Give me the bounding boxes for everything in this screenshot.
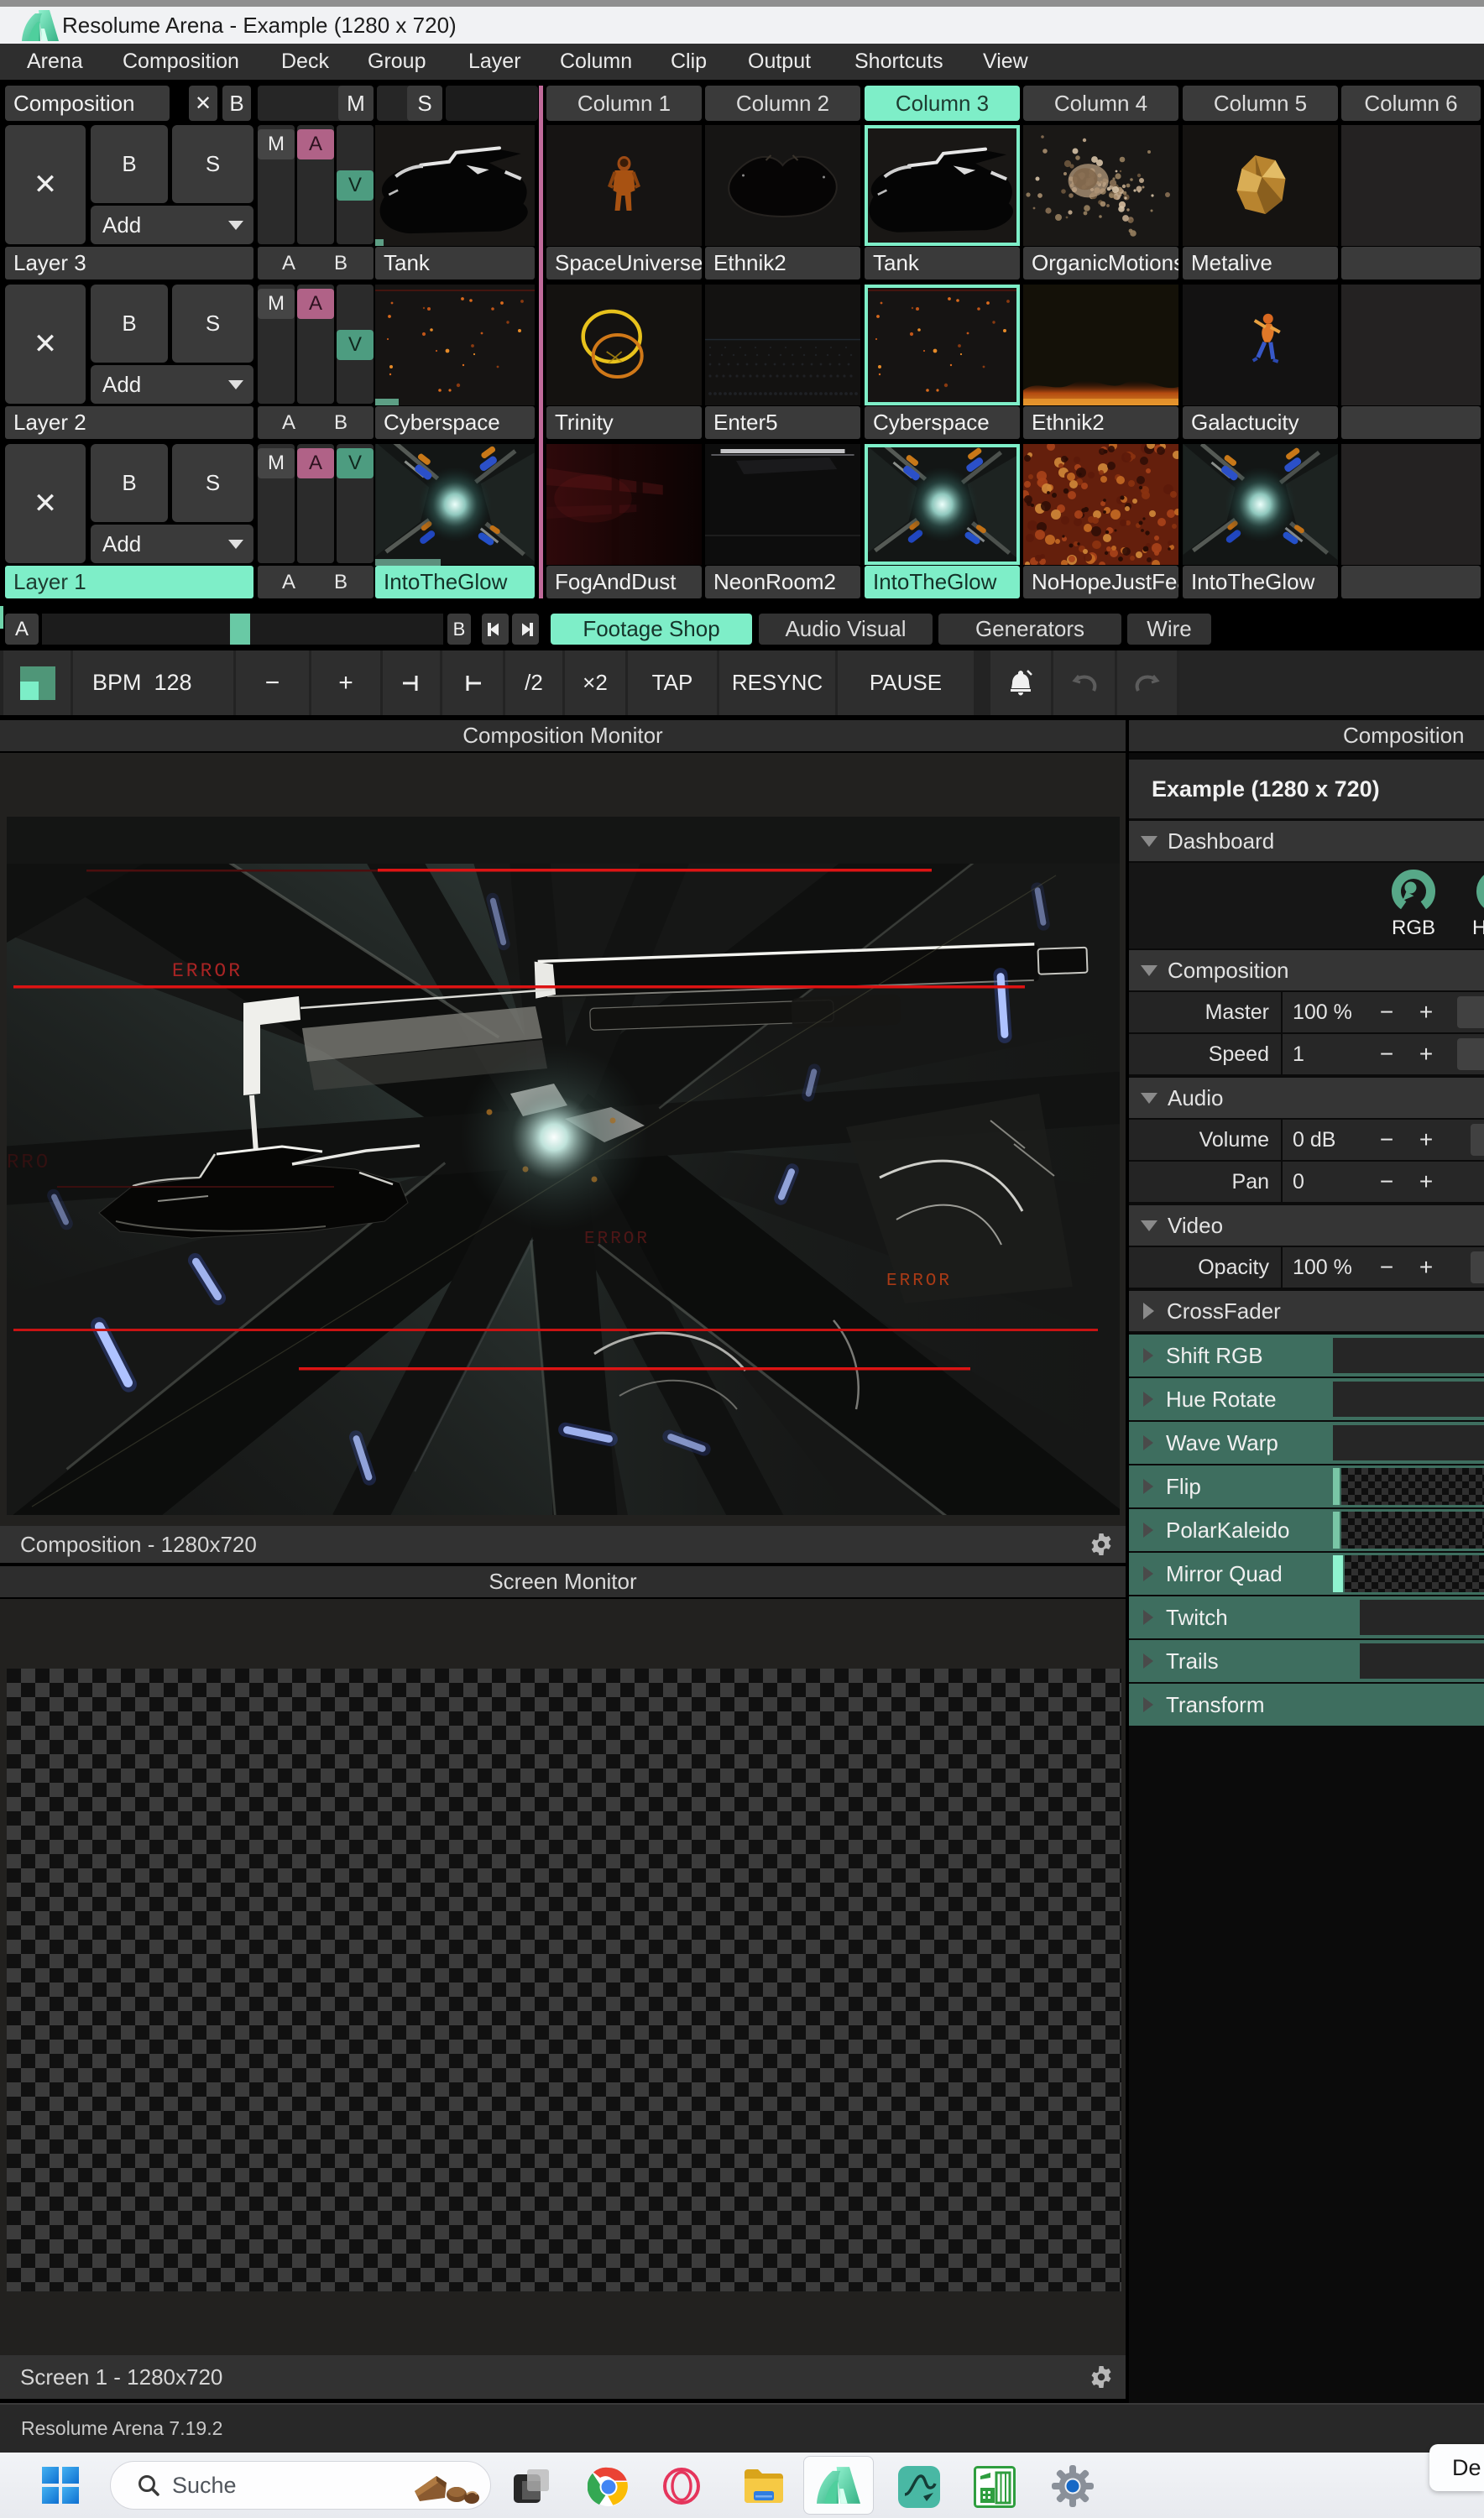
svg-text:RRO: RRO [7, 1152, 50, 1174]
svg-text:ERROR: ERROR [172, 960, 243, 982]
svg-text:ERROR: ERROR [584, 1230, 650, 1249]
svg-text:ERROR: ERROR [886, 1272, 952, 1291]
